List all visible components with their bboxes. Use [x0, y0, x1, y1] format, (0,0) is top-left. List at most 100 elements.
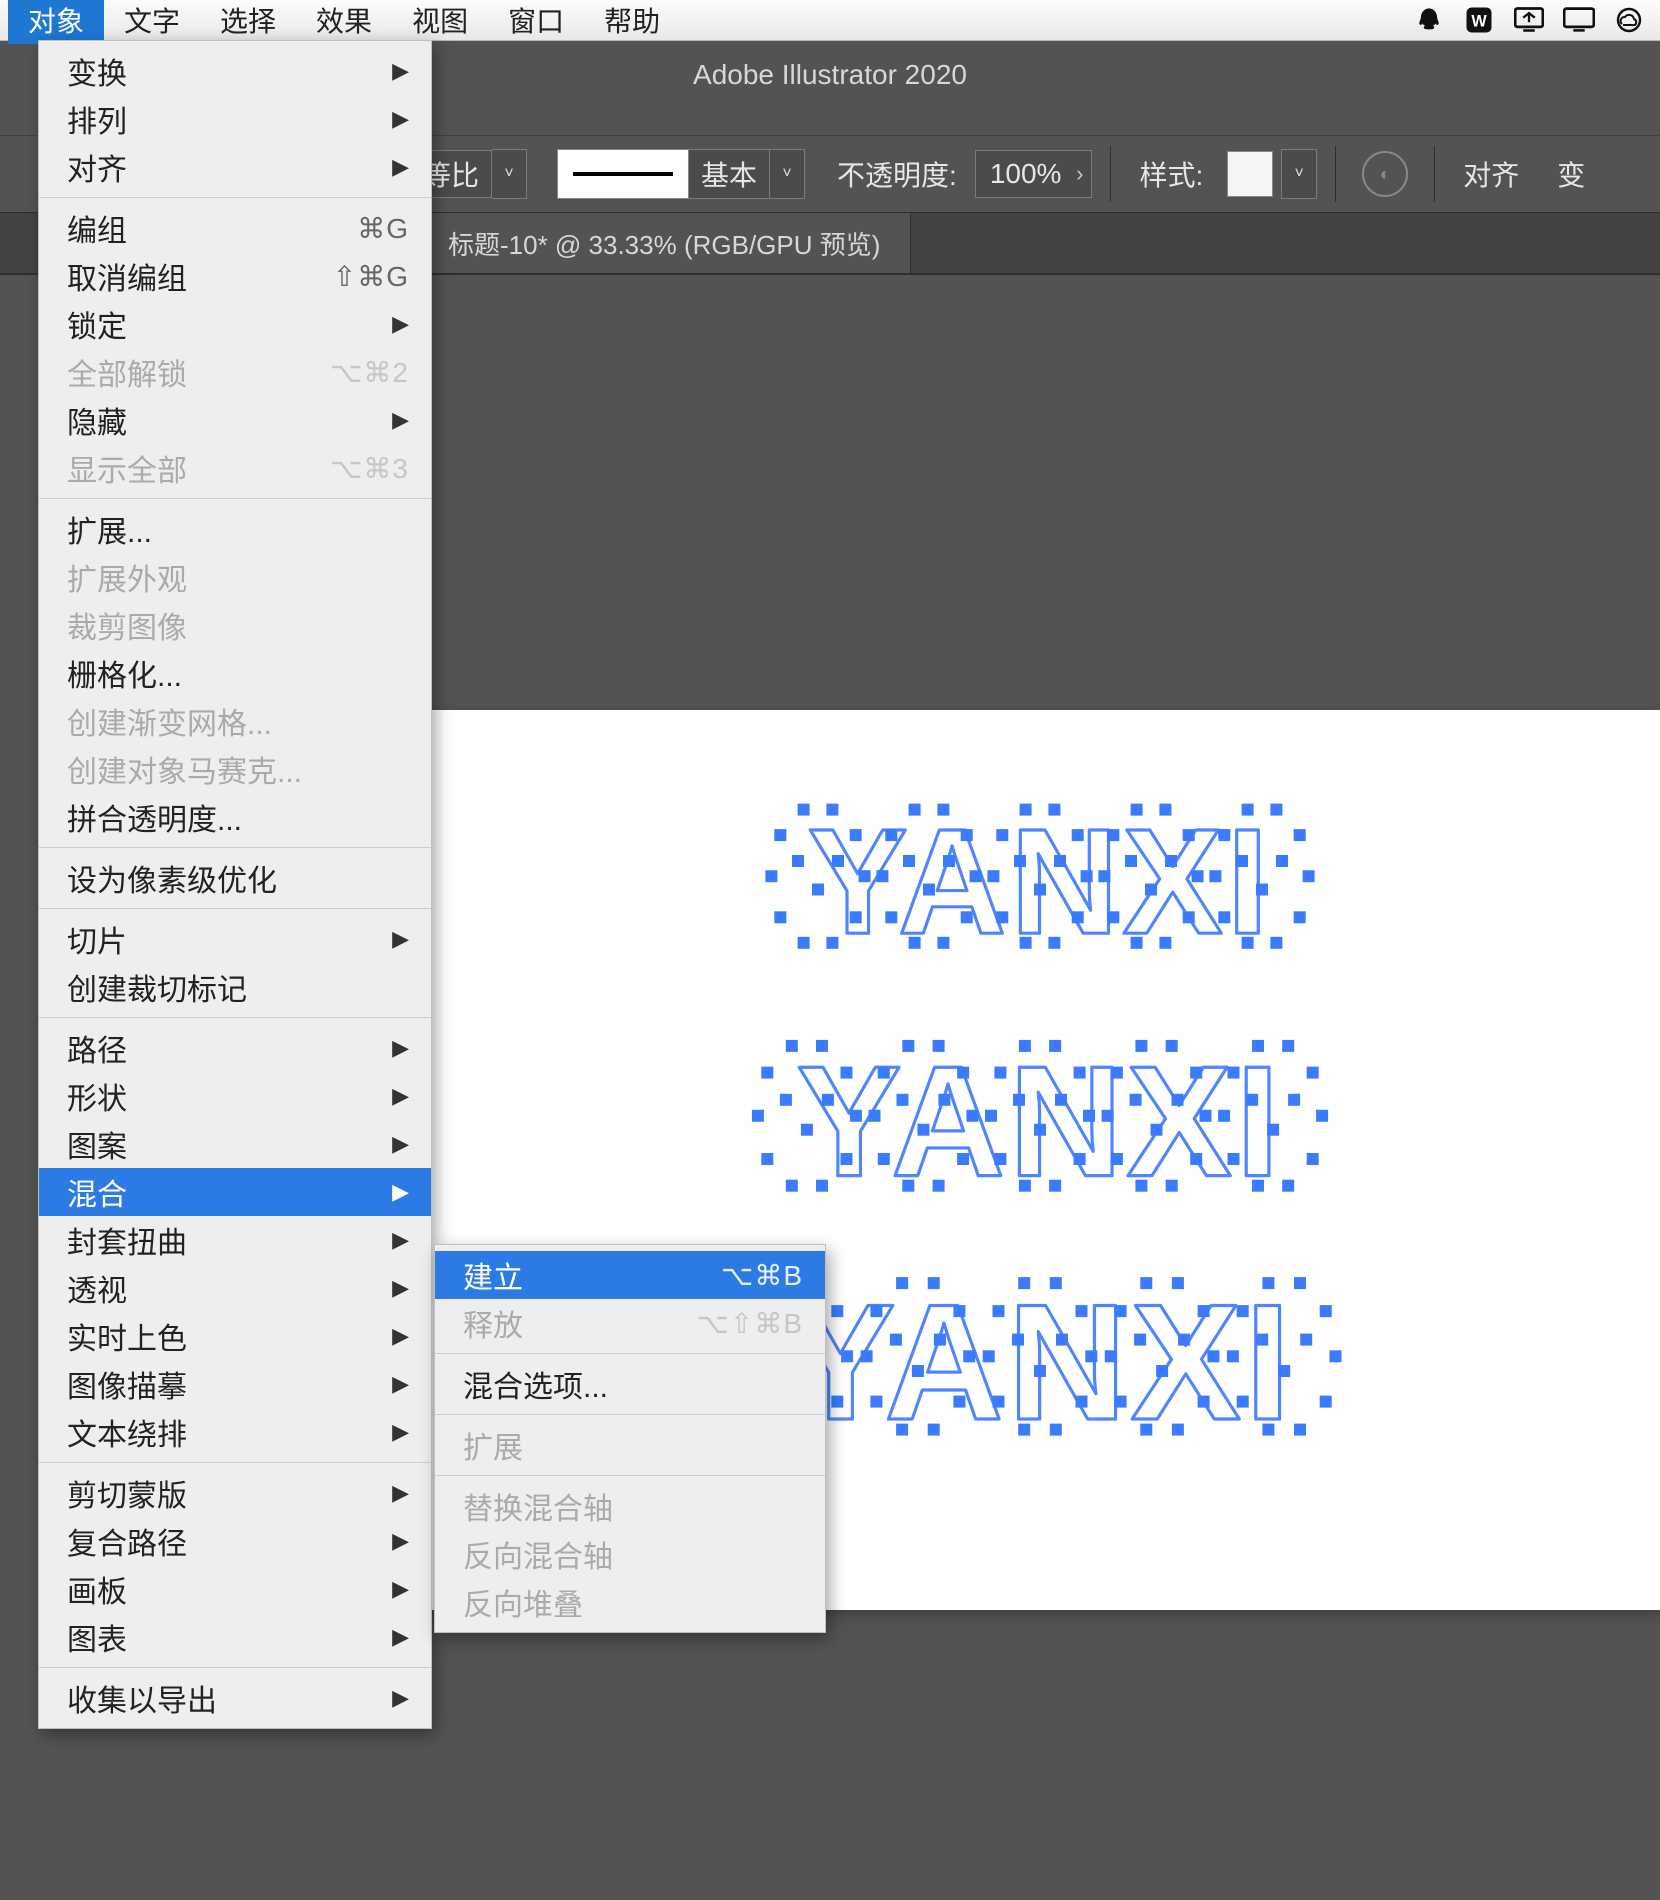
chevron-right-icon: ▶ — [392, 1131, 409, 1157]
menu-item[interactable]: 设为像素级优化 — [39, 854, 431, 902]
menu-item[interactable]: 切片▶ — [39, 915, 431, 963]
menu-item[interactable]: 文本绕排▶ — [39, 1408, 431, 1456]
qq-icon[interactable] — [1412, 3, 1446, 37]
menu-item-label: 切片 — [67, 917, 127, 961]
menu-item[interactable]: 形状▶ — [39, 1072, 431, 1120]
document-tab[interactable]: 标题-10* @ 33.33% (RGB/GPU 预览) — [418, 213, 911, 273]
chevron-right-icon: ▶ — [392, 1576, 409, 1602]
menu-item: 替换混合轴 — [435, 1482, 825, 1530]
menu-item[interactable]: 图像描摹▶ — [39, 1360, 431, 1408]
menu-item[interactable]: 创建裁切标记 — [39, 963, 431, 1011]
document-tab-label: 标题-10* @ 33.33% (RGB/GPU 预览) — [448, 225, 880, 262]
screen-share-icon[interactable] — [1512, 3, 1546, 37]
menu-item: 反向堆叠 — [435, 1578, 825, 1626]
menu-item[interactable]: 透视▶ — [39, 1264, 431, 1312]
menu-item[interactable]: 排列▶ — [39, 95, 431, 143]
menubar-item[interactable]: 选择 — [200, 0, 296, 44]
menu-item[interactable]: 剪切蒙版 ▶ — [39, 1469, 431, 1517]
chevron-right-icon: ▶ — [392, 1685, 409, 1711]
stroke-preview — [557, 149, 689, 199]
app-title: Adobe Illustrator 2020 — [693, 59, 967, 91]
menu-item: 扩展外观 — [39, 553, 431, 601]
menu-item[interactable]: 路径▶ — [39, 1024, 431, 1072]
menu-item-label: 释放 — [463, 1301, 523, 1345]
menu-item-label: 画板 — [67, 1567, 127, 1611]
menu-item[interactable]: 取消编组⇧⌘G — [39, 252, 431, 300]
blend-submenu[interactable]: 建立⌥⌘B释放⌥⇧⌘B混合选项...扩展替换混合轴反向混合轴反向堆叠 — [434, 1244, 826, 1633]
menu-item-label: 隐藏 — [67, 398, 127, 442]
svg-text:W: W — [1471, 12, 1487, 30]
menu-item[interactable]: 收集以导出 ▶ — [39, 1674, 431, 1722]
menu-item[interactable]: 图表 ▶ — [39, 1613, 431, 1661]
menu-item-label: 显示全部 — [67, 446, 187, 490]
menu-item[interactable]: 实时上色▶ — [39, 1312, 431, 1360]
menu-item-label: 编组 — [67, 206, 127, 250]
chevron-right-icon: ▶ — [392, 1323, 409, 1349]
chevron-right-icon: ▶ — [392, 1624, 409, 1650]
menu-item-shortcut: ⇧⌘G — [333, 260, 409, 293]
menu-item: 显示全部⌥⌘3 — [39, 444, 431, 492]
opacity-input[interactable]: 100% — [975, 150, 1093, 198]
menu-item-shortcut: ⌥⌘2 — [330, 356, 409, 389]
menu-item-label: 创建裁切标记 — [67, 965, 247, 1009]
menu-item-label: 透视 — [67, 1266, 127, 1310]
style-swatch[interactable] — [1227, 151, 1273, 197]
chevron-right-icon: ▶ — [392, 1371, 409, 1397]
transform-label[interactable]: 变 — [1547, 154, 1595, 194]
menu-item[interactable]: 混合选项... — [435, 1360, 825, 1408]
menu-item[interactable]: 画板 ▶ — [39, 1565, 431, 1613]
menu-item[interactable]: 拼合透明度... — [39, 793, 431, 841]
menu-item[interactable]: 变换▶ — [39, 47, 431, 95]
menu-item[interactable]: 图案▶ — [39, 1120, 431, 1168]
menu-item[interactable]: 混合▶ — [39, 1168, 431, 1216]
chevron-down-icon[interactable]: ˅ — [1281, 149, 1317, 199]
menu-item[interactable]: 扩展... — [39, 505, 431, 553]
menu-item[interactable]: 隐藏 ▶ — [39, 396, 431, 444]
menu-item-label: 反向混合轴 — [463, 1532, 613, 1576]
object-menu[interactable]: 变换▶排列▶对齐▶编组⌘G取消编组⇧⌘G锁定▶全部解锁⌥⌘2隐藏▶显示全部⌥⌘3… — [38, 40, 432, 1729]
menu-item-label: 拼合透明度... — [67, 795, 242, 839]
menu-item-label: 创建对象马赛克... — [67, 747, 302, 791]
menubar-item[interactable]: 文字 — [104, 0, 200, 44]
chevron-right-icon: ▶ — [392, 1480, 409, 1506]
menubar-item[interactable]: 对象 — [8, 0, 104, 44]
menubar-item[interactable]: 视图 — [392, 0, 488, 44]
menubar-item[interactable]: 窗口 — [488, 0, 584, 44]
divider — [1335, 146, 1336, 202]
menubar-item[interactable]: 效果 — [296, 0, 392, 44]
menu-item[interactable]: 封套扭曲▶ — [39, 1216, 431, 1264]
menu-item[interactable]: 复合路径▶ — [39, 1517, 431, 1565]
menu-item[interactable]: 栅格化... — [39, 649, 431, 697]
menu-item[interactable]: 编组⌘G — [39, 204, 431, 252]
menu-item-label: 创建渐变网格... — [67, 699, 272, 743]
menu-item-label: 收集以导出 — [67, 1676, 217, 1720]
menu-item: 扩展 — [435, 1421, 825, 1469]
menu-item-label: 图表 — [67, 1615, 127, 1659]
menu-item: 裁剪图像 — [39, 601, 431, 649]
menu-item-label: 路径 — [67, 1026, 127, 1070]
display-icon[interactable] — [1562, 3, 1596, 37]
menu-item-label: 锁定 — [67, 302, 127, 346]
recolor-artwork-icon[interactable]: ◐ — [1362, 151, 1408, 197]
menu-item-label: 混合 — [67, 1170, 127, 1214]
style-label: 样式: — [1129, 154, 1213, 194]
stroke-style-dropdown[interactable]: 基本 ˅ — [557, 150, 805, 198]
chevron-right-icon: ▶ — [392, 311, 409, 337]
wps-icon[interactable]: W — [1462, 3, 1496, 37]
menu-item-label: 建立 — [463, 1253, 523, 1297]
align-label[interactable]: 对齐 — [1453, 154, 1529, 194]
menu-item[interactable]: 对齐▶ — [39, 143, 431, 191]
menu-item-label: 文本绕排 — [67, 1410, 187, 1454]
menu-item-label: 剪切蒙版 — [67, 1471, 187, 1515]
menu-item-label: 反向堆叠 — [463, 1580, 583, 1624]
menu-item[interactable]: 建立⌥⌘B — [435, 1251, 825, 1299]
chevron-right-icon: ▶ — [392, 407, 409, 433]
divider — [1434, 146, 1435, 202]
divider — [1110, 146, 1111, 202]
menubar-item[interactable]: 帮助 — [584, 0, 680, 44]
opacity-label: 不透明度: — [827, 154, 967, 194]
creative-cloud-icon[interactable] — [1612, 3, 1646, 37]
chevron-down-icon: ˅ — [770, 149, 805, 199]
chevron-down-icon: ˅ — [492, 149, 527, 199]
menu-item[interactable]: 锁定 ▶ — [39, 300, 431, 348]
